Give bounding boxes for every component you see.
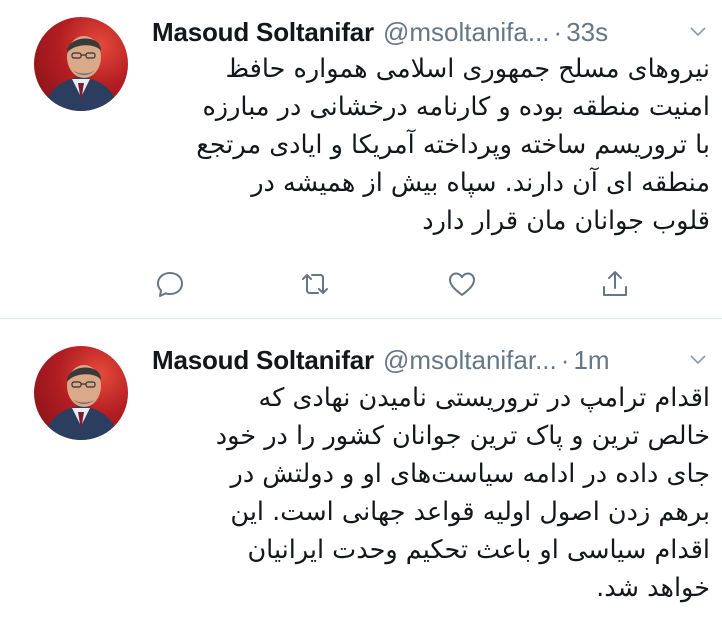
- author-handle[interactable]: @msoltanifar...: [383, 345, 557, 376]
- author-name[interactable]: Masoud Soltanifar: [152, 17, 374, 48]
- tweet-text: اقدام ترامپ در تروریستی نامیدن نهادی که …: [215, 383, 710, 603]
- separator-dot: ·: [560, 344, 570, 375]
- tweet-text: نیروهای مسلح جمهوری اسلامی همواره حافظ ا…: [196, 54, 710, 236]
- avatar-portrait: [44, 365, 120, 440]
- separator-dot: ·: [553, 16, 563, 47]
- tweet[interactable]: Masoud Soltanifar @msoltanifar... · 1m ا…: [0, 319, 722, 621]
- reply-button[interactable]: [150, 264, 190, 304]
- heart-icon: [449, 272, 475, 296]
- like-button[interactable]: [442, 264, 482, 304]
- retweet-icon: [302, 274, 328, 294]
- chevron-down-icon[interactable]: [686, 348, 710, 372]
- avatar[interactable]: [34, 17, 128, 111]
- tweet-actions: [150, 264, 640, 304]
- avatar[interactable]: [34, 346, 128, 440]
- retweet-button[interactable]: [295, 264, 335, 304]
- tweet-header: Masoud Soltanifar @msoltanifar... · 1m: [152, 343, 710, 377]
- share-icon: [603, 271, 627, 296]
- timestamp[interactable]: 1m: [573, 345, 609, 376]
- share-button[interactable]: [595, 264, 635, 304]
- author-name[interactable]: Masoud Soltanifar: [152, 345, 374, 376]
- tweet[interactable]: Masoud Soltanifar @msoltanifa... · 33s ن…: [0, 0, 722, 319]
- avatar-portrait: [44, 36, 120, 111]
- tweet-header: Masoud Soltanifar @msoltanifa... · 33s: [152, 15, 710, 49]
- reply-icon: [157, 272, 183, 297]
- author-handle[interactable]: @msoltanifa...: [383, 17, 550, 48]
- timestamp[interactable]: 33s: [566, 17, 608, 48]
- chevron-down-icon[interactable]: [686, 20, 710, 44]
